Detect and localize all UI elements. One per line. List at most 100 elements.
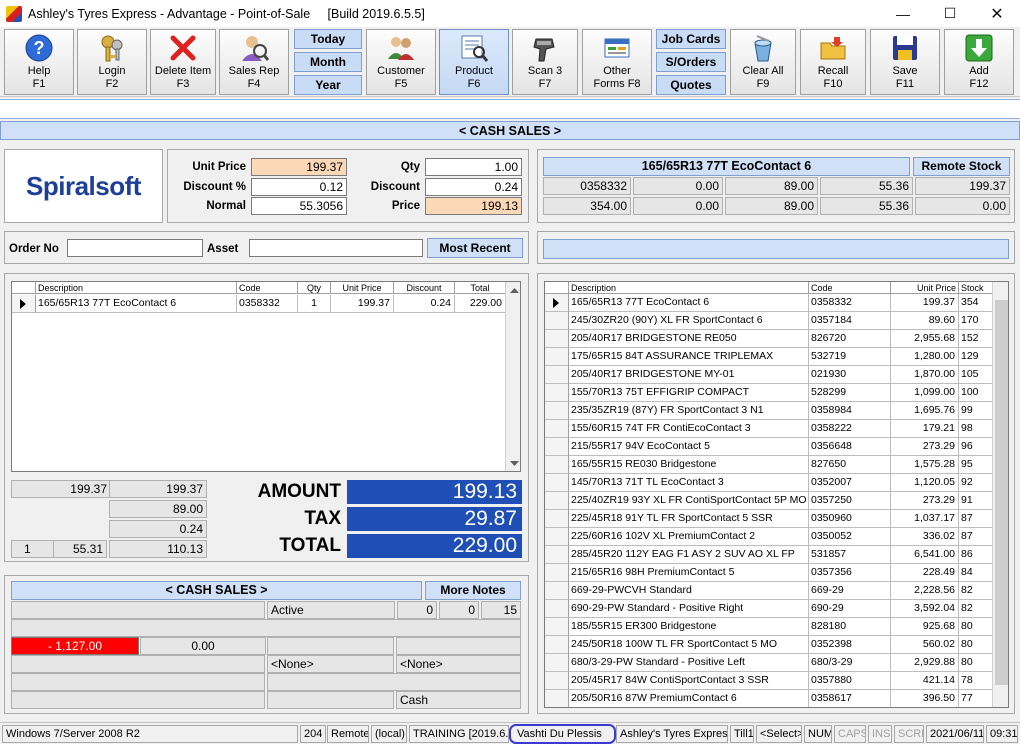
product-cell[interactable]: 96 xyxy=(959,438,993,456)
maximize-button[interactable]: ☐ xyxy=(927,0,973,27)
product-cell[interactable]: 532719 xyxy=(809,348,891,366)
product-cell[interactable]: 245/50R18 100W TL FR SportContact 5 MO xyxy=(569,636,809,654)
month-button[interactable]: Month xyxy=(294,52,362,72)
product-cell[interactable]: 78 xyxy=(959,672,993,690)
row-selector[interactable] xyxy=(12,295,36,313)
product-cell[interactable]: 690-29-PW Standard - Positive Right xyxy=(569,600,809,618)
product-cell[interactable]: 165/65R13 77T EcoContact 6 xyxy=(569,294,809,312)
cart-cell[interactable]: 165/65R13 77T EcoContact 6 xyxy=(36,295,237,313)
close-window-button[interactable]: ✕ xyxy=(974,0,1020,27)
row-selector[interactable] xyxy=(545,600,569,618)
row-selector[interactable] xyxy=(545,438,569,456)
product-cell[interactable]: 0357880 xyxy=(809,672,891,690)
row-selector[interactable] xyxy=(545,366,569,384)
product-cell[interactable]: 91 xyxy=(959,492,993,510)
cart-column-header[interactable]: Discount xyxy=(394,282,455,294)
delete-item-button[interactable]: Delete Item F3 xyxy=(150,29,216,95)
product-cell[interactable]: 89.60 xyxy=(891,312,959,330)
product-cell[interactable]: 531857 xyxy=(809,546,891,564)
minimize-button[interactable]: — xyxy=(880,0,926,27)
product-cell[interactable]: 205/45R17 84W ContiSportContact 3 SSR xyxy=(569,672,809,690)
add-button[interactable]: Add F12 xyxy=(944,29,1014,95)
row-selector[interactable] xyxy=(545,456,569,474)
product-cell[interactable]: 273.29 xyxy=(891,438,959,456)
product-cell[interactable]: 215/55R17 94V EcoContact 5 xyxy=(569,438,809,456)
quotes-button[interactable]: Quotes xyxy=(656,75,726,95)
help-button[interactable]: ? Help F1 xyxy=(4,29,74,95)
product-cell[interactable]: 87 xyxy=(959,510,993,528)
row-selector[interactable] xyxy=(545,528,569,546)
row-selector[interactable] xyxy=(545,492,569,510)
remote-stock-button[interactable]: Remote Stock xyxy=(913,157,1010,176)
cart-cell[interactable]: 0358332 xyxy=(237,295,298,313)
order-no-input[interactable] xyxy=(67,239,203,257)
product-cell[interactable]: 152 xyxy=(959,330,993,348)
payment-type-field[interactable]: Cash xyxy=(396,691,521,709)
product-cell[interactable]: 1,870.00 xyxy=(891,366,959,384)
cart-column-header[interactable]: Unit Price xyxy=(331,282,394,294)
product-cell[interactable]: 235/35ZR19 (87Y) FR SportContact 3 N1 xyxy=(569,402,809,420)
status-user[interactable]: Vashti Du Plessis xyxy=(509,724,616,744)
product-cell[interactable]: 170 xyxy=(959,312,993,330)
product-cell[interactable]: 185/55R15 ER300 Bridgestone xyxy=(569,618,809,636)
product-cell[interactable]: 165/55R15 RE030 Bridgestone xyxy=(569,456,809,474)
product-cell[interactable]: 669-29 xyxy=(809,582,891,600)
cart-column-header[interactable]: Qty xyxy=(298,282,331,294)
product-cell[interactable]: 99 xyxy=(959,402,993,420)
product-cell[interactable]: 2,228.56 xyxy=(891,582,959,600)
product-cell[interactable]: 680/3-29-PW Standard - Positive Left xyxy=(569,654,809,672)
row-selector[interactable] xyxy=(545,330,569,348)
product-cell[interactable]: 80 xyxy=(959,636,993,654)
none-select-2[interactable]: <None> xyxy=(396,655,521,673)
most-recent-button[interactable]: Most Recent xyxy=(427,238,523,258)
product-cell[interactable]: 680/3-29 xyxy=(809,654,891,672)
product-cell[interactable]: 0357184 xyxy=(809,312,891,330)
product-cell[interactable]: 145/70R13 71T TL EcoContact 3 xyxy=(569,474,809,492)
asset-input[interactable] xyxy=(249,239,423,257)
product-cell[interactable]: 0357356 xyxy=(809,564,891,582)
product-cell[interactable]: 2,955.68 xyxy=(891,330,959,348)
cart-column-header[interactable]: Description xyxy=(36,282,237,294)
product-cell[interactable]: 225/60R16 102V XL PremiumContact 2 xyxy=(569,528,809,546)
product-column-header[interactable]: Stock xyxy=(959,282,993,294)
row-selector[interactable] xyxy=(545,582,569,600)
cart-cell[interactable]: 199.37 xyxy=(331,295,394,313)
product-cell[interactable]: 205/40R17 BRIDGESTONE RE050 xyxy=(569,330,809,348)
product-cell[interactable]: 273.29 xyxy=(891,492,959,510)
product-cell[interactable]: 0356648 xyxy=(809,438,891,456)
product-search-input[interactable] xyxy=(543,239,1009,259)
product-cell[interactable]: 1,695.76 xyxy=(891,402,959,420)
product-cell[interactable]: 827650 xyxy=(809,456,891,474)
clear-all-button[interactable]: Clear All F9 xyxy=(730,29,796,95)
product-cell[interactable]: 87 xyxy=(959,528,993,546)
status-select[interactable]: <Select> xyxy=(756,725,802,743)
discount-field[interactable]: 0.24 xyxy=(425,178,522,196)
cart-column-header[interactable]: Total xyxy=(455,282,506,294)
product-cell[interactable]: 205/40R17 BRIDGESTONE MY-01 xyxy=(569,366,809,384)
cart-cell[interactable]: 1 xyxy=(298,295,331,313)
product-cell[interactable]: 98 xyxy=(959,420,993,438)
product-cell[interactable]: 0358617 xyxy=(809,690,891,707)
product-cell[interactable]: 828180 xyxy=(809,618,891,636)
product-cell[interactable]: 560.02 xyxy=(891,636,959,654)
product-cell[interactable]: 6,541.00 xyxy=(891,546,959,564)
row-selector[interactable] xyxy=(545,402,569,420)
product-cell[interactable]: 84 xyxy=(959,564,993,582)
row-selector[interactable] xyxy=(545,690,569,707)
product-button[interactable]: Product F6 xyxy=(439,29,509,95)
product-cell[interactable]: 3,592.04 xyxy=(891,600,959,618)
save-button[interactable]: Save F11 xyxy=(870,29,940,95)
cart-table[interactable]: Description Code Qty Unit Price Discount Tota… xyxy=(11,281,521,472)
product-cell[interactable]: 205/50R16 87W PremiumContact 6 xyxy=(569,690,809,707)
product-cell[interactable]: 245/30ZR20 (90Y) XL FR SportContact 6 xyxy=(569,312,809,330)
row-selector[interactable] xyxy=(545,672,569,690)
product-cell[interactable]: 826720 xyxy=(809,330,891,348)
product-cell[interactable]: 1,037.17 xyxy=(891,510,959,528)
product-cell[interactable]: 1,280.00 xyxy=(891,348,959,366)
product-column-header[interactable]: Code xyxy=(809,282,891,294)
product-cell[interactable]: 179.21 xyxy=(891,420,959,438)
recall-button[interactable]: Recall F10 xyxy=(800,29,866,95)
today-button[interactable]: Today xyxy=(294,29,362,49)
product-cell[interactable]: 0358222 xyxy=(809,420,891,438)
none-select-1[interactable]: <None> xyxy=(267,655,394,673)
